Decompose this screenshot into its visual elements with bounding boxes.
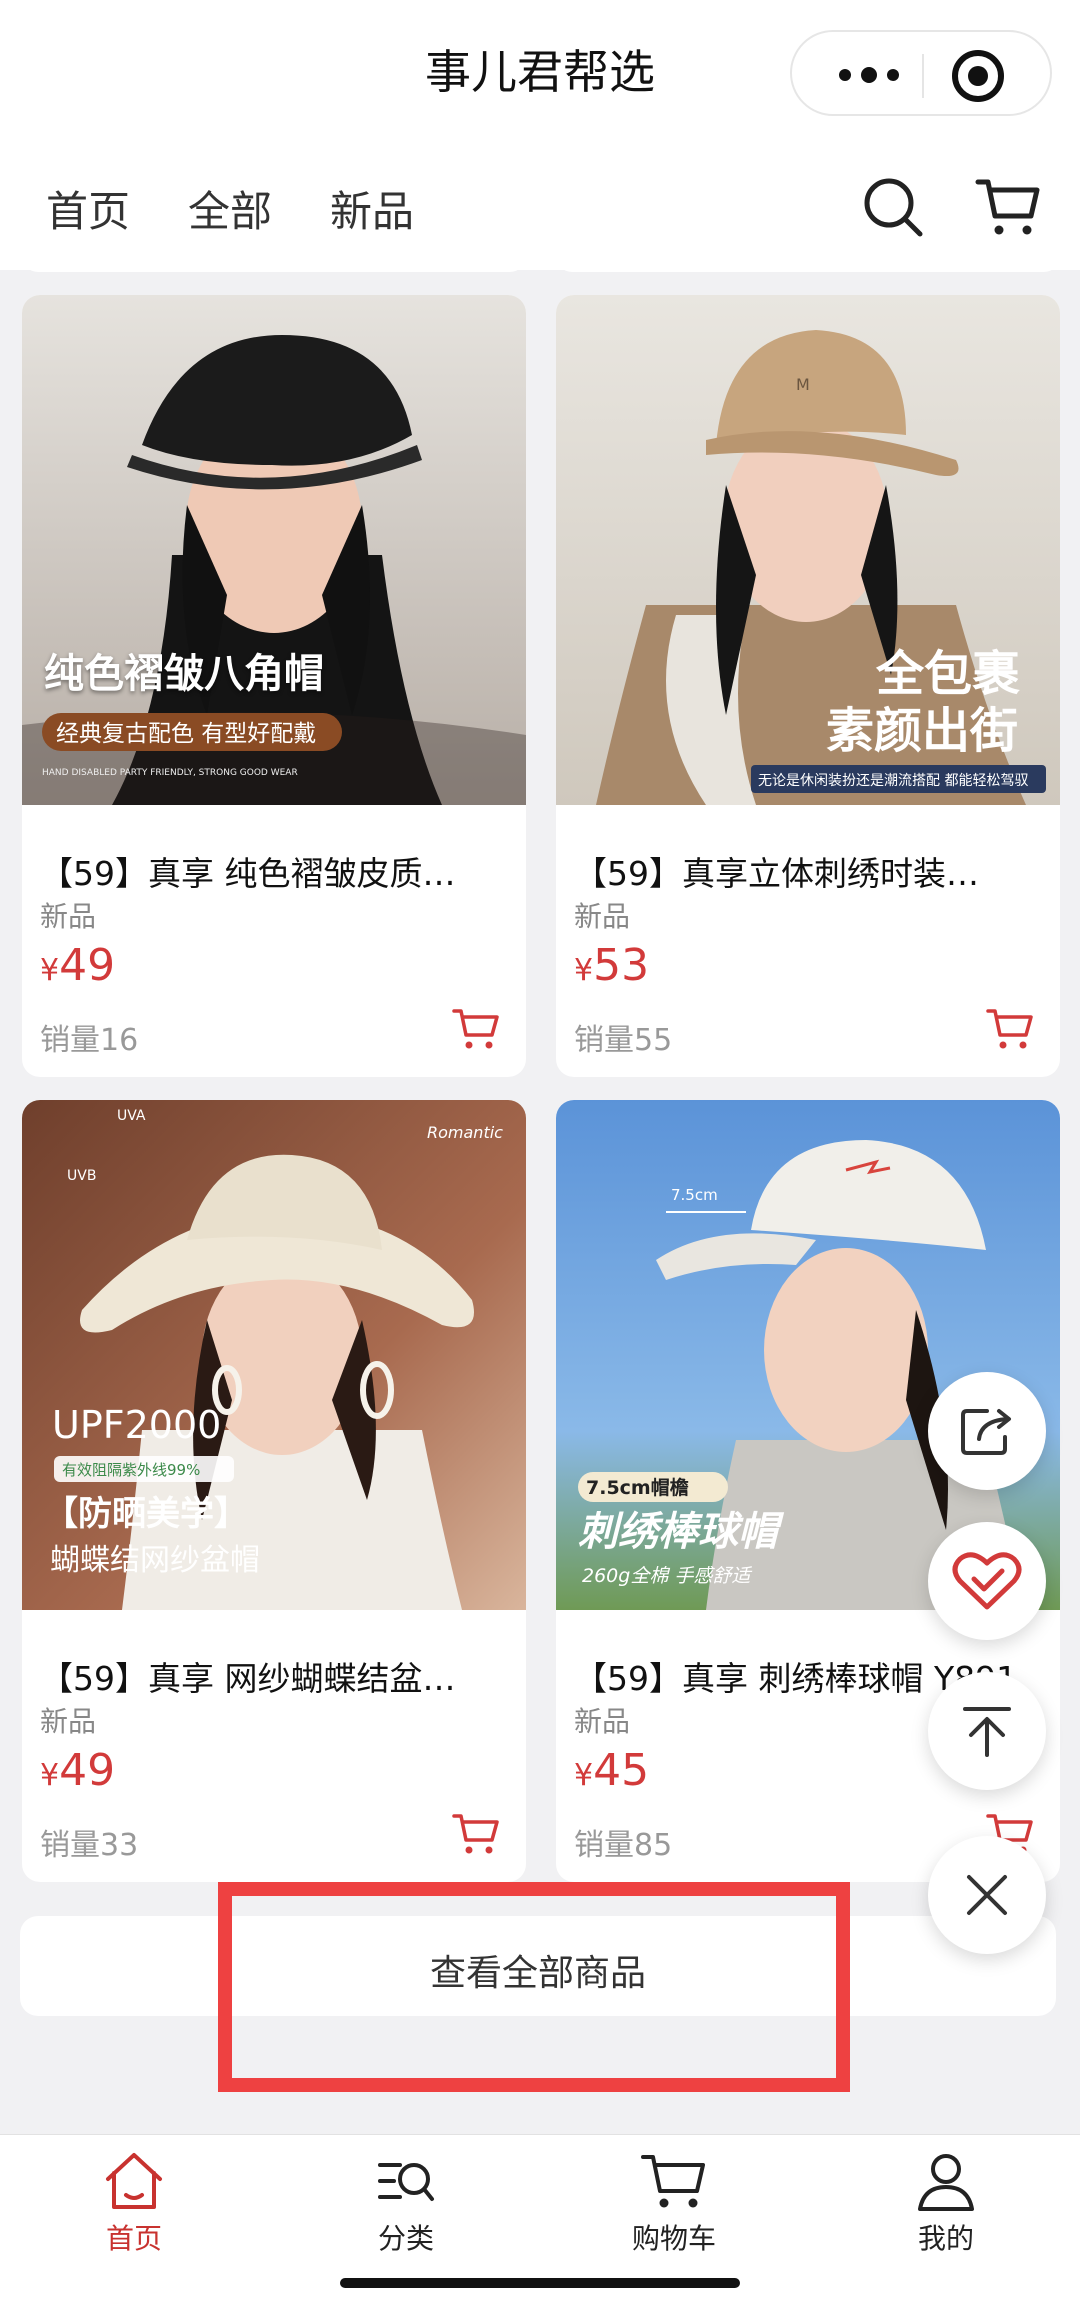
tab-new[interactable]: 新品 (330, 178, 414, 239)
product-card[interactable]: UVA UVB Romantic UPF2000 有效阻隔紫外线99% 【防晒美… (22, 1100, 526, 1882)
favorite-icon (952, 1552, 1022, 1610)
product-title[interactable]: 【59】真享 网纱蝴蝶结盆… (40, 1652, 510, 1700)
share-icon (961, 1409, 1011, 1455)
nav-home[interactable]: 首页 (34, 2149, 234, 2269)
image-subcaption: 260g全棉 手感舒适 (582, 1565, 752, 1587)
search-icon[interactable] (862, 176, 924, 238)
product-tag: 新品 (40, 900, 97, 933)
product-image[interactable]: 纯色褶皱八角帽 经典复古配色 有型好配戴 HAND DISABLED PARTY… (22, 295, 526, 805)
profile-icon (918, 2154, 974, 2211)
product-tag: 新品 (574, 900, 631, 933)
close-icon (967, 1875, 1007, 1915)
image-subcaption-2: 蝴蝶结网纱盆帽 (50, 1543, 260, 1578)
add-to-cart-icon[interactable] (452, 1812, 500, 1856)
nav-cart[interactable]: 购物车 (574, 2149, 774, 2269)
home-indicator (340, 2278, 740, 2288)
product-tag: 新品 (40, 1705, 97, 1738)
category-icon (378, 2163, 434, 2201)
product-title[interactable]: 【59】真享立体刺绣时装… (574, 847, 1044, 895)
nav-label: 分类 (377, 2222, 434, 2255)
product-image[interactable]: M 全包裹 素颜出街 无论是休闲装扮还是潮流搭配 都能轻松驾驭 (556, 295, 1060, 805)
nav-profile[interactable]: 我的 (846, 2149, 1046, 2269)
back-to-top-icon (963, 1707, 1011, 1757)
cart-icon (641, 2155, 705, 2208)
cart-icon[interactable] (975, 176, 1041, 238)
tab-all[interactable]: 全部 (188, 178, 272, 239)
card-peek (556, 256, 1060, 272)
header: 事儿君帮选 首页 全部 新品 (0, 0, 1080, 270)
nav-category[interactable]: 分类 (306, 2149, 506, 2269)
more-icon[interactable] (824, 32, 914, 118)
product-price: ¥49 (40, 1745, 116, 1796)
product-tag: 新品 (574, 1705, 631, 1738)
capsule-divider (922, 54, 924, 98)
favorite-button[interactable] (928, 1522, 1046, 1640)
product-price: ¥45 (574, 1745, 650, 1796)
image-uva: UVA (117, 1108, 146, 1124)
product-price: ¥53 (574, 940, 650, 991)
nav-label: 我的 (917, 2222, 974, 2255)
highlight-frame (218, 1882, 850, 2092)
product-price: ¥49 (40, 940, 116, 991)
tab-home[interactable]: 首页 (46, 178, 131, 263)
image-caption: 刺绣棒球帽 (578, 1509, 785, 1555)
product-sales: 销量33 (40, 1828, 139, 1863)
share-button[interactable] (928, 1372, 1046, 1490)
target-icon[interactable] (952, 50, 1004, 102)
image-caption: 全包裹 (875, 646, 1020, 702)
tab-bar: 首页 全部 新品 (0, 170, 1080, 270)
svg-text:M: M (796, 375, 810, 394)
image-subcaption: 经典复古配色 有型好配戴 (56, 721, 316, 747)
product-sales: 销量85 (574, 1828, 673, 1863)
add-to-cart-icon[interactable] (452, 1007, 500, 1051)
image-subcaption: 【防晒美学】 (44, 1494, 248, 1534)
nav-label: 首页 (105, 2222, 162, 2255)
product-image[interactable]: UVA UVB Romantic UPF2000 有效阻隔紫外线99% 【防晒美… (22, 1100, 526, 1610)
image-badge: 7.5cm帽檐 (586, 1476, 689, 1499)
product-title[interactable]: 【59】真享 纯色褶皱皮质… (40, 847, 510, 895)
image-badge: 有效阻隔紫外线99% (62, 1461, 200, 1479)
card-peek (22, 256, 526, 272)
product-card[interactable]: M 全包裹 素颜出街 无论是休闲装扮还是潮流搭配 都能轻松驾驭 【59】真享立体… (556, 295, 1060, 1077)
image-caption: 纯色褶皱八角帽 (44, 651, 324, 697)
home-icon (106, 2153, 162, 2209)
image-caption-2: 素颜出街 (826, 703, 1018, 759)
nav-label: 购物车 (631, 2222, 716, 2255)
close-button[interactable] (928, 1836, 1046, 1954)
image-measure: 7.5cm (671, 1186, 718, 1204)
product-card[interactable]: 纯色褶皱八角帽 经典复古配色 有型好配戴 HAND DISABLED PARTY… (22, 295, 526, 1077)
product-sales: 销量16 (40, 1023, 139, 1058)
mini-program-capsule (790, 30, 1052, 116)
image-subcaption: 无论是休闲装扮还是潮流搭配 都能轻松驾驭 (758, 773, 1028, 789)
image-small-print: HAND DISABLED PARTY FRIENDLY, STRONG GOO… (42, 768, 298, 778)
product-sales: 销量55 (574, 1023, 673, 1058)
back-to-top-button[interactable] (928, 1672, 1046, 1790)
add-to-cart-icon[interactable] (986, 1007, 1034, 1051)
image-brand: Romantic (427, 1123, 503, 1142)
image-uvb: UVB (67, 1168, 96, 1184)
image-caption: UPF2000 (52, 1403, 221, 1447)
